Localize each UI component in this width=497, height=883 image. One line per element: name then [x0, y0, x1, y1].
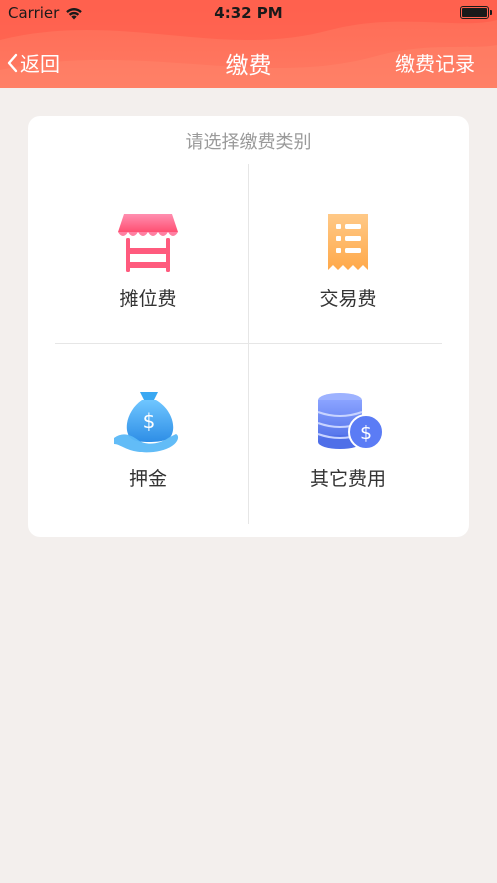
option-other-fees[interactable]: $ 其它费用 — [248, 386, 448, 546]
money-bag-icon: $ — [114, 392, 179, 453]
svg-text:$: $ — [360, 422, 372, 444]
option-label: 摊位费 — [119, 288, 177, 310]
payment-category-card: 请选择缴费类别 摊位费 交易费 $ 押金 $ 其它费用 — [28, 116, 469, 537]
battery-icon — [460, 6, 492, 19]
payment-records-button[interactable]: 缴费记录 — [395, 48, 475, 77]
stall-icon — [118, 214, 178, 272]
svg-text:$: $ — [143, 409, 156, 433]
option-label: 押金 — [128, 468, 167, 490]
status-time: 4:32 PM — [214, 4, 283, 22]
option-stall-fee[interactable]: 摊位费 — [48, 206, 248, 366]
header-bar: Carrier 4:32 PM 返回 缴费 缴费记录 — [0, 0, 497, 88]
status-bar: Carrier 4:32 PM — [0, 0, 497, 26]
card-title: 请选择缴费类别 — [185, 132, 312, 153]
option-label: 交易费 — [319, 288, 377, 310]
option-label: 其它费用 — [309, 468, 386, 490]
navigation-bar: 返回 缴费 缴费记录 — [0, 40, 497, 80]
option-deposit[interactable]: $ 押金 — [48, 386, 248, 546]
coins-icon: $ — [317, 393, 384, 450]
option-transaction-fee[interactable]: 交易费 — [248, 206, 448, 366]
receipt-icon — [328, 214, 368, 270]
